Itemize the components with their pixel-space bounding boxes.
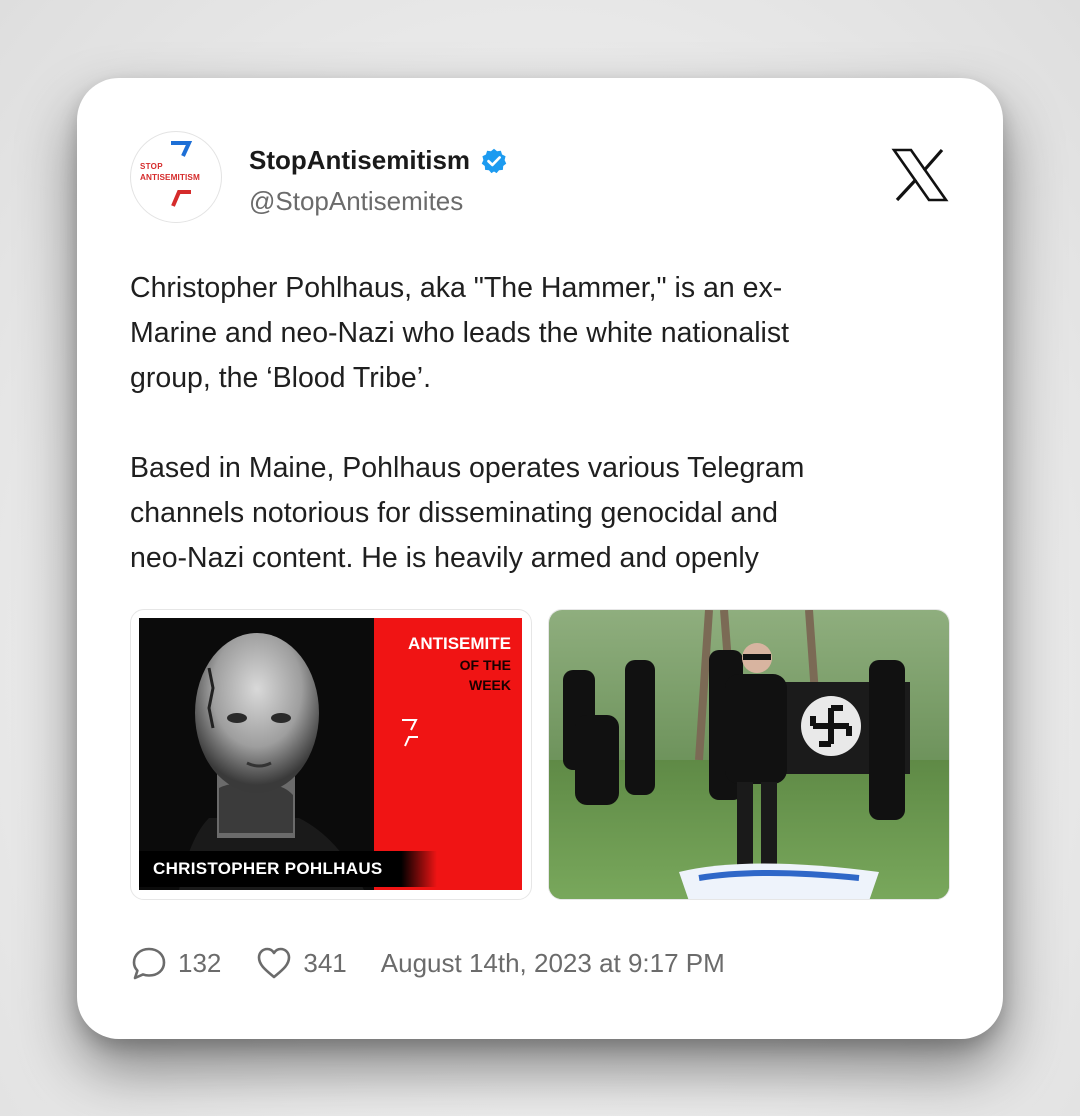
logo-red-mark-icon <box>171 190 191 207</box>
avatar-text-stop: STOP <box>140 162 163 171</box>
media-subtitle-1: OF THE <box>459 657 511 673</box>
media-image-antisemite-of-the-week[interactable]: ANTISEMITE OF THE WEEK CHRISTOPHER POHLH… <box>130 609 532 900</box>
verified-badge-icon <box>481 148 507 173</box>
media-subtitle-2: WEEK <box>469 677 511 693</box>
x-logo-icon[interactable] <box>891 146 949 204</box>
name-banner: CHRISTOPHER POHLHAUS <box>139 851 437 887</box>
avatar[interactable]: STOP ANTISEMITISM <box>130 131 222 223</box>
tweet-footer: 132 341 August 14th, 2023 at 9:17 PM <box>130 944 725 982</box>
logo-mark-icon <box>402 719 418 747</box>
tweet-text: Christopher Pohlhaus, aka "The Hammer," … <box>130 272 805 574</box>
like-count: 341 <box>303 947 347 978</box>
group-photo <box>549 610 949 899</box>
logo-blue-mark-icon <box>171 141 193 157</box>
tweet-card: STOP ANTISEMITISM StopAntisemitism @Stop… <box>77 78 1003 1039</box>
portrait-panel <box>139 618 374 890</box>
avatar-text-antisemitism: ANTISEMITISM <box>140 173 200 182</box>
display-name[interactable]: StopAntisemitism <box>249 145 470 176</box>
tweet-timestamp[interactable]: August 14th, 2023 at 9:17 PM <box>381 948 725 979</box>
heart-icon[interactable] <box>255 944 293 982</box>
reply-count: 132 <box>178 947 222 978</box>
name-row: StopAntisemitism <box>249 145 508 176</box>
handle[interactable]: @StopAntisemites <box>249 186 463 217</box>
portrait-illustration <box>179 633 364 890</box>
media-person-name: CHRISTOPHER POHLHAUS <box>153 859 383 878</box>
media-title: ANTISEMITE <box>408 634 511 653</box>
media-image-group-photo[interactable] <box>548 609 950 900</box>
reply-bubble-icon[interactable] <box>130 944 168 982</box>
